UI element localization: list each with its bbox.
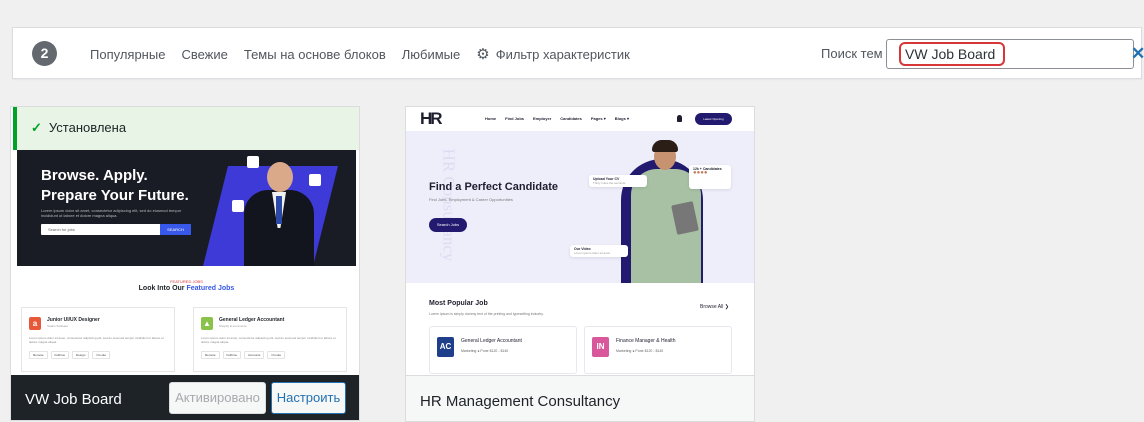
tab-block-themes[interactable]: Темы на основе блоков <box>244 47 386 62</box>
job-tags: Remote Fulltime Design On-site <box>29 351 111 359</box>
job-title: General Ledger Accountant <box>461 338 522 344</box>
theme-name: HR Management Consultancy <box>420 393 621 410</box>
floating-badge-icon <box>232 200 244 212</box>
theme-count-badge: 2 <box>32 41 57 66</box>
hero-cta: Search Jobs <box>429 218 467 232</box>
preview-menu: Home Find Jobs Employer Candidates Pages ▾ Bl… <box>485 116 629 121</box>
hero-subtitle: Find Jobs, Employment & Career Opportuni… <box>429 197 513 202</box>
tab-latest[interactable]: Свежие <box>181 47 227 62</box>
job-text: Lorem ipsum dolor sit amet, consectetur … <box>201 336 336 344</box>
job-meta: Marketing ● Pune $120 - $140 <box>461 349 509 353</box>
user-icon <box>677 115 682 122</box>
job-logo: IN <box>592 337 609 357</box>
feature-filter-button[interactable]: ⚙ Фильтр характеристик <box>476 45 630 63</box>
hero-person-image <box>244 162 314 266</box>
video-card: Our Video Lorem ipsum dolor sit amet <box>570 245 628 257</box>
job-card: IN Finance Manager & Health Marketing ● … <box>584 326 732 374</box>
theme-screenshot-hero: Browse. Apply. Prepare Your Future. Lore… <box>17 150 356 266</box>
floating-badge-icon <box>247 156 259 168</box>
featured-tag: FEATURED JOBS <box>170 279 203 284</box>
customize-button[interactable]: Настроить <box>271 382 346 414</box>
job-card: ▲ General Ledger Accountant Shopify E-co… <box>193 307 347 372</box>
job-company: Studio Software <box>47 324 69 328</box>
job-company: Shopify E-commerce <box>219 324 247 328</box>
job-meta: Marketing ● Pune $120 - $140 <box>616 349 664 353</box>
job-logo: AC <box>437 337 454 357</box>
job-title: General Ledger Accountant <box>219 317 285 323</box>
theme-card-hr-management-consultancy[interactable]: HR Home Find Jobs Employer Candidates Pages … <box>405 106 755 422</box>
upload-cv-card: Upload Your CV Thirty miles the seconds <box>589 175 647 187</box>
preview-header: HR Home Find Jobs Employer Candidates Pages … <box>406 107 754 131</box>
job-title: Finance Manager & Health <box>616 338 676 344</box>
hero-title: Find a Perfect Candidate <box>429 181 558 193</box>
job-card: AC General Ledger Accountant Marketing ●… <box>429 326 577 374</box>
theme-filter-bar: 2 Популярные Свежие Темы на основе блоко… <box>12 27 1144 79</box>
clear-search-icon[interactable]: ✕ <box>1131 44 1144 64</box>
featured-title: Look Into Our Featured Jobs <box>138 285 235 292</box>
theme-name: VW Job Board <box>25 391 122 408</box>
preview-opening-button: Latest Opening <box>695 113 732 125</box>
feature-filter-label: Фильтр характеристик <box>495 47 630 62</box>
hero-search-button: SEARCH <box>160 224 191 235</box>
theme-name-bar: VW Job Board Активировано Настроить <box>11 375 359 420</box>
job-card: a Junior UI/UX Designer Studio Software … <box>21 307 175 372</box>
search-input[interactable]: VW Job Board <box>886 39 1134 69</box>
browse-all-link: Browse All ❯ <box>700 304 729 310</box>
job-text: Lorem ipsum dolor sit amet, consectetur … <box>29 336 164 344</box>
hero-headline-1: Browse. Apply. <box>41 167 148 184</box>
job-title: Junior UI/UX Designer <box>47 317 100 323</box>
hero-lorem: Lorem ipsum dolor sit amet, consectetur … <box>41 208 182 218</box>
checkmark-icon: ✓ <box>31 120 42 135</box>
preview-hero: HR Consultancy Find a Perfect Candidate … <box>406 131 754 283</box>
popular-title: Most Popular Job <box>429 300 488 307</box>
job-tags: Remote Fulltime Accounts On-site <box>201 351 286 359</box>
preview-logo: HR <box>420 109 443 128</box>
hero-watermark: HR Consultancy <box>439 148 459 262</box>
tab-popular[interactable]: Популярные <box>90 47 165 62</box>
theme-name-bar: HR Management Consultancy <box>406 375 754 421</box>
job-logo: a <box>29 317 41 330</box>
job-logo: ▲ <box>201 317 213 330</box>
featured-jobs-section: FEATURED JOBS Look Into Our Featured Job… <box>17 266 356 372</box>
popular-subtitle: Lorem Ipsum is simply dummy text of the … <box>429 312 544 316</box>
theme-filter-nav: Популярные Свежие Темы на основе блоков … <box>90 45 646 63</box>
floating-badge-icon <box>309 174 321 186</box>
search-input-value: VW Job Board <box>905 46 996 62</box>
installed-notice: ✓ Установлена <box>13 107 359 150</box>
gear-icon: ⚙ <box>476 46 490 63</box>
tab-favorites[interactable]: Любимые <box>402 47 461 62</box>
activated-button: Активировано <box>169 382 266 414</box>
candidates-card: 12k + Candidates ●●●● <box>689 165 731 189</box>
installed-label: Установлена <box>48 120 127 135</box>
hero-headline-2: Prepare Your Future. <box>41 187 189 204</box>
theme-card-vw-job-board[interactable]: ✓ Установлена Browse. Apply. Prepare Your… <box>10 106 360 421</box>
search-label: Поиск тем <box>821 46 883 61</box>
